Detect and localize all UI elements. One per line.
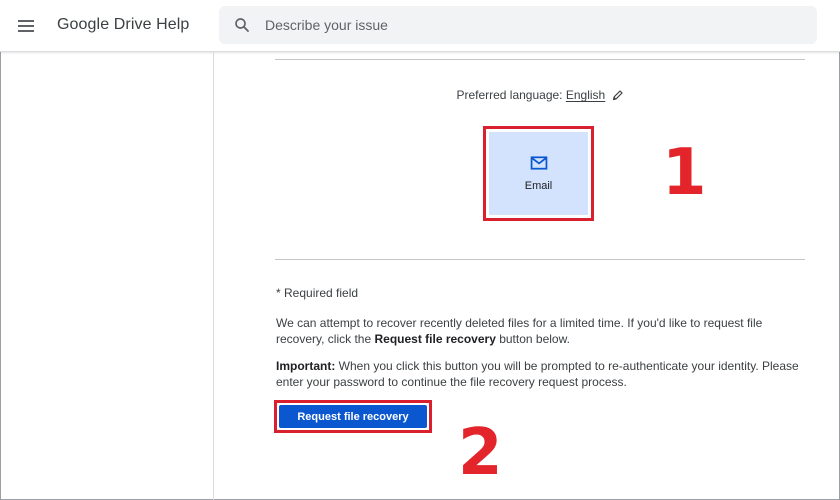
sidebar-divider xyxy=(213,52,214,500)
recovery-description-bold: Request file recovery xyxy=(374,332,496,346)
top-bar: Google Drive Help xyxy=(0,0,840,52)
important-note: Important: When you click this button yo… xyxy=(276,358,808,390)
step-number-2: 2 xyxy=(458,416,503,490)
email-contact-option[interactable]: Email xyxy=(489,132,588,215)
search-bar[interactable] xyxy=(219,6,817,44)
request-button-highlight: Request file recovery xyxy=(274,400,432,433)
app-title[interactable]: Google Drive Help xyxy=(57,16,189,34)
preferred-language: Preferred language: English xyxy=(275,88,805,102)
section-divider-middle xyxy=(275,259,805,260)
menu-icon-bar xyxy=(18,20,34,22)
recovery-description: We can attempt to recover recently delet… xyxy=(276,315,808,347)
language-link[interactable]: English xyxy=(566,88,605,102)
section-divider-top xyxy=(275,59,805,60)
important-text: When you click this button you will be p… xyxy=(276,359,799,389)
mail-icon xyxy=(530,155,547,170)
menu-icon-bar xyxy=(18,25,34,27)
required-field-note: * Required field xyxy=(276,286,359,300)
menu-icon-bar xyxy=(18,30,34,32)
main-menu-button[interactable] xyxy=(14,14,38,38)
request-file-recovery-button[interactable]: Request file recovery xyxy=(279,405,427,428)
search-input[interactable] xyxy=(265,6,805,44)
email-option-highlight: Email xyxy=(483,126,594,221)
recovery-description-end: button below. xyxy=(495,332,570,346)
preferred-language-label: Preferred language: xyxy=(456,88,563,102)
pencil-icon[interactable] xyxy=(612,89,624,101)
important-label: Important: xyxy=(276,359,336,373)
search-icon[interactable] xyxy=(233,16,251,34)
step-number-1: 1 xyxy=(662,136,707,210)
email-option-label: Email xyxy=(524,179,553,192)
